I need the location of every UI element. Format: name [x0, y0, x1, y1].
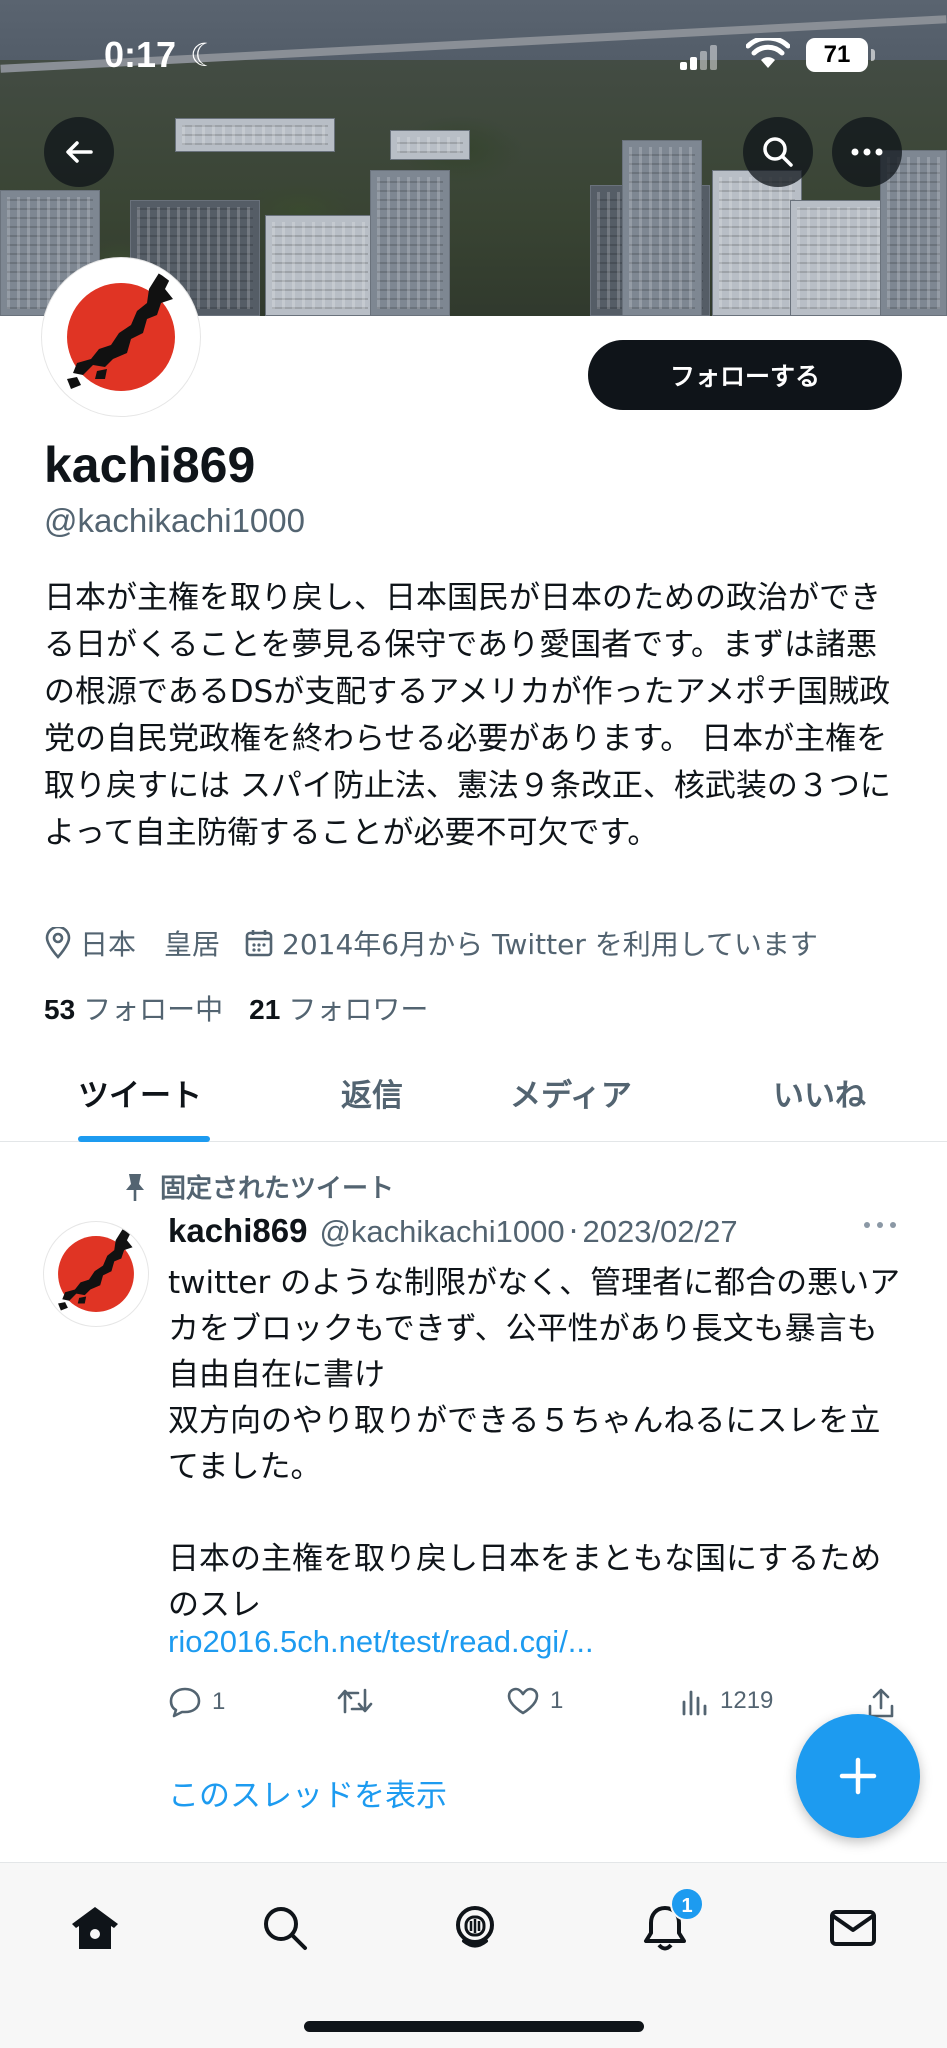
- battery-indicator: 71: [806, 38, 875, 72]
- tab-media[interactable]: メディア: [510, 1070, 632, 1115]
- reply-button[interactable]: 1: [168, 1686, 225, 1718]
- tweet-header: kachi869 @kachikachi1000 · 2023/02/27: [168, 1212, 738, 1250]
- profile-avatar[interactable]: [42, 258, 200, 416]
- profile-handle: @kachikachi1000: [44, 502, 305, 539]
- followers-count: 21: [249, 994, 281, 1025]
- tweet-date[interactable]: 2023/02/27: [582, 1214, 737, 1250]
- follow-stats: 53 フォロー中 21 フォロワー: [44, 988, 454, 1028]
- tab-likes[interactable]: いいね: [773, 1070, 866, 1115]
- followers-label: フォロワー: [288, 993, 429, 1026]
- arrow-left-icon: [66, 141, 93, 163]
- tweet-author-handle[interactable]: @kachikachi1000: [319, 1214, 564, 1250]
- spaces-microphone-icon: [456, 1906, 494, 1948]
- views-chart-icon: [682, 1690, 707, 1716]
- wifi-icon: [746, 38, 790, 68]
- follow-button[interactable]: フォローする: [588, 340, 902, 410]
- like-count: 1: [550, 1687, 564, 1714]
- profile-display-name: kachi869: [44, 437, 256, 493]
- banner-building: [390, 130, 470, 160]
- banner-building: [370, 170, 450, 316]
- tweet-separator: ·: [568, 1214, 579, 1250]
- more-options-button[interactable]: [832, 117, 902, 187]
- banner-building: [265, 215, 375, 316]
- retweet-icon: [337, 1688, 373, 1714]
- joined-text: 2014年6月から Twitter を利用しています: [282, 928, 818, 961]
- nav-notifications[interactable]: 1: [630, 1887, 704, 1963]
- following-label: フォロー中: [83, 993, 224, 1026]
- profile-tabs: ツイート 返信 メディア いいね: [0, 1050, 947, 1142]
- tab-tweets[interactable]: ツイート: [78, 1070, 202, 1115]
- search-icon: [763, 137, 793, 167]
- calendar-icon: [245, 930, 273, 957]
- following-link[interactable]: 53 フォロー中: [44, 988, 223, 1028]
- like-button[interactable]: 1: [506, 1686, 563, 1716]
- notification-badge: 1: [670, 1887, 704, 1921]
- tweet-more-icon[interactable]: [862, 1220, 898, 1230]
- more-horizontal-icon: [851, 148, 883, 156]
- profile-meta: 日本 皇居 2014年6月から Twitter を利用しています: [44, 920, 842, 966]
- compose-tweet-button[interactable]: [796, 1714, 920, 1838]
- signal-icon: [680, 44, 720, 70]
- status-time: 0:17: [104, 34, 177, 75]
- profile-joined: 2014年6月から Twitter を利用しています: [244, 923, 818, 963]
- mail-icon: [830, 1910, 876, 1946]
- pinned-label-text: 固定されたツイート: [160, 1174, 395, 1204]
- tweet-link[interactable]: rio2016.5ch.net/test/read.cgi/...: [168, 1624, 594, 1660]
- show-thread-link[interactable]: このスレッドを表示: [168, 1770, 447, 1815]
- pin-icon: [126, 1173, 144, 1201]
- tab-replies[interactable]: 返信: [341, 1070, 403, 1115]
- views-button[interactable]: 1219: [680, 1686, 773, 1716]
- pinned-tweet-label: 固定されたツイート: [124, 1168, 394, 1205]
- banner-building: [790, 200, 890, 316]
- search-icon: [264, 1907, 307, 1950]
- nav-spaces[interactable]: [440, 1893, 510, 1963]
- retweet-button[interactable]: [336, 1686, 384, 1716]
- location-pin-icon: [45, 927, 71, 959]
- banner-building: [622, 140, 702, 316]
- reply-icon: [169, 1687, 201, 1718]
- followers-link[interactable]: 21 フォロワー: [249, 988, 428, 1028]
- home-indicator: [304, 2021, 644, 2032]
- following-count: 53: [44, 994, 76, 1025]
- home-icon: [72, 1907, 118, 1949]
- back-button[interactable]: [44, 117, 114, 187]
- banner-building: [712, 170, 802, 316]
- japan-flag-map-icon: [67, 273, 175, 391]
- reply-count: 1: [212, 1688, 226, 1715]
- japan-flag-map-icon: [58, 1229, 134, 1312]
- nav-search[interactable]: [250, 1893, 320, 1963]
- view-count: 1219: [720, 1687, 774, 1714]
- search-button[interactable]: [743, 117, 813, 187]
- heart-icon: [507, 1687, 539, 1715]
- bottom-nav: 1: [0, 1862, 947, 2048]
- tweet-actions: 1 1 1219: [168, 1686, 908, 1730]
- active-tab-indicator: [78, 1136, 210, 1142]
- tweet-text: twitter のような制限がなく、管理者に都合の悪いアカをブロックもできず、公…: [168, 1265, 901, 1623]
- location-text: 日本 皇居: [80, 928, 221, 961]
- nav-messages[interactable]: [818, 1893, 888, 1963]
- status-bar: 0:17 ☾ 71: [0, 0, 947, 110]
- tweet-avatar[interactable]: [44, 1222, 148, 1326]
- nav-home[interactable]: [60, 1893, 130, 1963]
- tweet-author-name[interactable]: kachi869: [168, 1212, 307, 1250]
- moon-icon: ☾: [190, 36, 219, 74]
- profile-bio: 日本が主権を取り戻し、日本国民が日本のための政治ができる日がくることを夢見る保守…: [44, 580, 891, 851]
- profile-location: 日本 皇居: [44, 923, 220, 963]
- plus-icon: [839, 1757, 877, 1795]
- banner-building: [175, 118, 335, 152]
